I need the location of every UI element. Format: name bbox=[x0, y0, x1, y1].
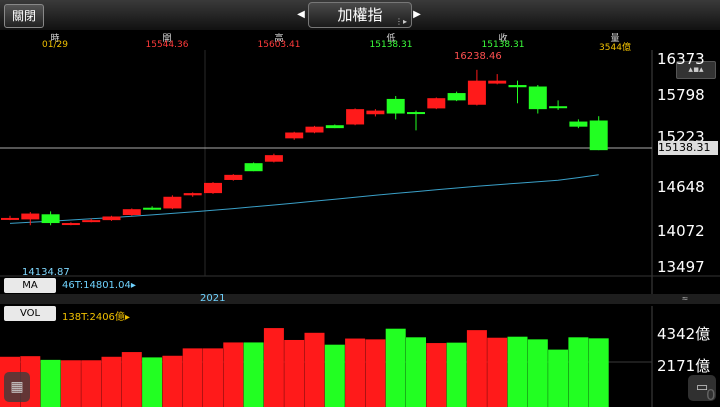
chat-icon[interactable]: ▭ bbox=[688, 375, 716, 401]
candle-body bbox=[244, 163, 263, 172]
candle-body bbox=[21, 213, 40, 220]
candle-body bbox=[204, 182, 222, 194]
candle-body bbox=[82, 220, 101, 223]
volume-bar bbox=[324, 344, 345, 407]
ma-row: MA 46T:14801.04▸ bbox=[0, 278, 652, 294]
ma-button[interactable]: MA bbox=[4, 278, 56, 293]
vol-button[interactable]: VOL bbox=[4, 306, 56, 321]
candle-body bbox=[143, 207, 162, 210]
ma-value[interactable]: 46T:14801.04▸ bbox=[62, 280, 136, 291]
low-annotation: 14134.87 bbox=[22, 267, 70, 278]
resize-handle-icon[interactable]: ≈ bbox=[676, 294, 694, 304]
candle-body bbox=[407, 112, 425, 115]
volume-bar bbox=[345, 338, 366, 407]
volume-bar bbox=[406, 337, 426, 407]
candle-body bbox=[447, 93, 466, 101]
volume-bar bbox=[81, 360, 102, 407]
volume-bar bbox=[243, 342, 264, 407]
volume-bar bbox=[182, 348, 203, 407]
volume-bar bbox=[466, 330, 487, 407]
candle-body bbox=[325, 125, 344, 129]
candle-body bbox=[549, 106, 568, 109]
candle-body bbox=[488, 80, 507, 84]
volume-bar bbox=[40, 359, 61, 407]
candle-body bbox=[183, 193, 202, 196]
candle-body bbox=[528, 86, 547, 110]
volume-bar bbox=[446, 342, 467, 407]
volume-bar bbox=[588, 338, 609, 407]
candle-body bbox=[122, 209, 141, 216]
candle-body bbox=[1, 217, 19, 220]
candle-body bbox=[346, 109, 365, 125]
volume-bar bbox=[568, 337, 589, 407]
candle-body bbox=[285, 132, 304, 139]
volume-bar bbox=[548, 349, 569, 407]
volume-bar bbox=[365, 339, 386, 407]
price-axis-label: 15798 bbox=[657, 86, 705, 104]
candle-body bbox=[386, 98, 405, 114]
volume-bar bbox=[121, 352, 142, 407]
candle-body bbox=[366, 110, 385, 115]
volume-bar bbox=[60, 360, 81, 407]
volume-bar bbox=[142, 357, 163, 407]
volume-bar bbox=[223, 342, 244, 407]
high-annotation: 16238.46 bbox=[454, 51, 502, 62]
price-axis-label: 14648 bbox=[657, 178, 705, 196]
candle-body bbox=[264, 155, 283, 162]
year-label: 2021 bbox=[200, 293, 226, 304]
current-price-tag: 15138.31 bbox=[658, 141, 718, 155]
vol-value[interactable]: 138T:2406億▸ bbox=[62, 308, 130, 323]
volume-bar bbox=[263, 328, 284, 407]
volume-bar bbox=[507, 336, 528, 407]
volume-bar bbox=[304, 332, 325, 407]
price-axis-label: 16373 bbox=[657, 50, 705, 68]
candle-body bbox=[102, 216, 121, 221]
volume-bar bbox=[284, 339, 305, 407]
volume-bar bbox=[101, 356, 122, 407]
volume-bar bbox=[385, 328, 406, 407]
grid-icon[interactable]: ▦ bbox=[4, 372, 30, 402]
candle-body bbox=[569, 121, 588, 127]
volume-bar bbox=[203, 348, 223, 407]
volume-bar bbox=[426, 343, 447, 407]
candle-body bbox=[508, 85, 527, 88]
candle-body bbox=[224, 174, 243, 180]
volume-axis-label: 2171億 bbox=[657, 357, 711, 375]
candle-body bbox=[467, 80, 486, 105]
year-divider: 2021 ≈ bbox=[0, 293, 720, 304]
volume-bar bbox=[487, 337, 508, 407]
candle-body bbox=[305, 126, 324, 133]
candle-body bbox=[589, 120, 608, 151]
candle-body bbox=[41, 214, 60, 224]
candle-body bbox=[61, 223, 80, 226]
volume-axis-label: 4342億 bbox=[657, 325, 711, 343]
candle-body bbox=[163, 196, 182, 209]
price-axis-label: 13497 bbox=[657, 258, 705, 276]
candle-body bbox=[427, 98, 446, 109]
volume-bar bbox=[162, 355, 183, 407]
ma-line bbox=[9, 174, 599, 224]
price-axis-label: 14072 bbox=[657, 222, 705, 240]
candlestick-chart[interactable]: 16238.46 14134.87 bbox=[0, 0, 720, 407]
volume-bar bbox=[527, 339, 548, 407]
